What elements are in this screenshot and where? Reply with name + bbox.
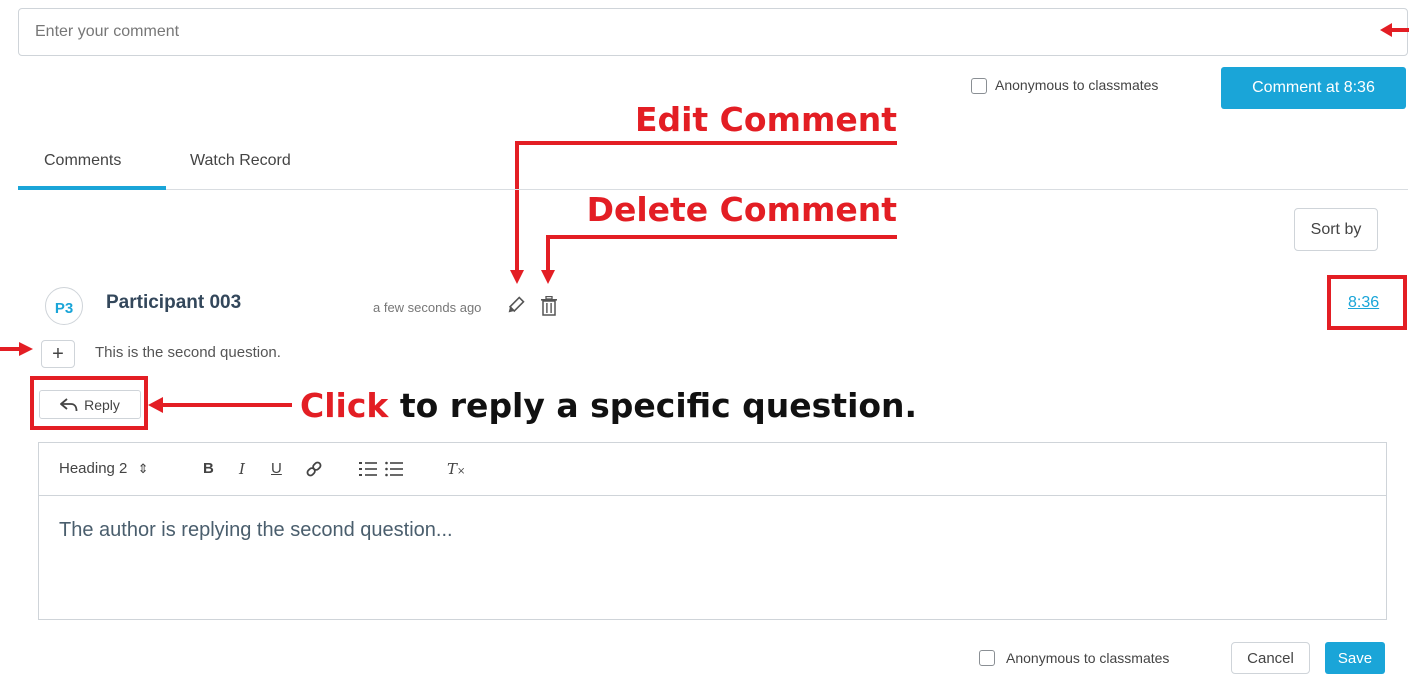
ordered-list-icon[interactable] bbox=[359, 461, 377, 477]
heading-select[interactable]: Heading 2 ⇕ bbox=[59, 460, 148, 477]
expand-button[interactable]: + bbox=[41, 340, 75, 368]
trash-icon[interactable] bbox=[540, 296, 558, 316]
reply-anonymous-label: Anonymous to classmates bbox=[1006, 650, 1170, 666]
comment-author: Participant 003 bbox=[106, 292, 242, 313]
tab-comments[interactable]: Comments bbox=[44, 152, 121, 170]
heading-select-label: Heading 2 bbox=[59, 460, 128, 477]
avatar: P3 bbox=[45, 287, 83, 325]
editor-toolbar: Heading 2 ⇕ B I U T× bbox=[39, 443, 1386, 496]
annotation-box-reply bbox=[30, 376, 148, 430]
reply-editor[interactable]: Heading 2 ⇕ B I U T× The author is reply… bbox=[38, 442, 1387, 620]
annotation-edit-line-h bbox=[515, 141, 897, 145]
italic-button[interactable]: I bbox=[239, 460, 245, 478]
save-button[interactable]: Save bbox=[1325, 642, 1385, 674]
sort-by-button[interactable]: Sort by bbox=[1294, 208, 1378, 251]
annotation-edit-line-v bbox=[515, 141, 519, 272]
underline-button[interactable]: U bbox=[271, 460, 282, 477]
anonymous-label: Anonymous to classmates bbox=[995, 77, 1159, 93]
heading-select-arrows: ⇕ bbox=[137, 461, 149, 476]
annotation-arrow-input bbox=[1380, 23, 1409, 37]
annotation-delete-arrowhead bbox=[541, 270, 555, 284]
pencil-icon[interactable] bbox=[505, 296, 525, 316]
tab-active-indicator bbox=[18, 186, 166, 190]
annotation-edit-arrowhead bbox=[510, 270, 524, 284]
editor-content[interactable]: The author is replying the second questi… bbox=[59, 519, 453, 542]
anonymous-checkbox[interactable] bbox=[971, 78, 987, 94]
annotation-box-timestamp bbox=[1327, 275, 1407, 330]
tab-watch-record[interactable]: Watch Record bbox=[190, 152, 291, 170]
link-icon[interactable] bbox=[305, 460, 323, 478]
clear-format-button[interactable]: T× bbox=[447, 460, 465, 478]
clear-format-icon: T bbox=[447, 460, 458, 478]
annotation-reply-rest: to reply a specific question. bbox=[388, 386, 918, 425]
annotation-delete-comment: Delete Comment bbox=[586, 190, 897, 229]
comment-time: a few seconds ago bbox=[373, 300, 482, 315]
bold-button[interactable]: B bbox=[203, 460, 214, 477]
annotation-edit-comment: Edit Comment bbox=[634, 100, 897, 139]
annotation-delete-line-h bbox=[546, 235, 897, 239]
comment-input[interactable] bbox=[18, 8, 1408, 56]
cancel-button[interactable]: Cancel bbox=[1231, 642, 1310, 674]
annotation-delete-line-v bbox=[546, 235, 550, 272]
annotation-reply-hint: Click to reply a specific question. bbox=[300, 389, 917, 422]
annotation-click-word: Click bbox=[300, 386, 389, 425]
annotation-arrow-reply bbox=[148, 397, 292, 413]
bullet-list-icon[interactable] bbox=[385, 461, 403, 477]
comment-text: This is the second question. bbox=[95, 344, 281, 361]
annotation-arrow-expand bbox=[0, 342, 33, 356]
reply-anonymous-checkbox[interactable] bbox=[979, 650, 995, 666]
comment-at-time-button[interactable]: Comment at 8:36 bbox=[1221, 67, 1406, 109]
